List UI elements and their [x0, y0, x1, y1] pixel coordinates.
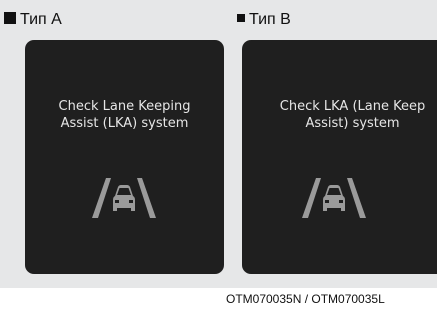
figure-code: OTM070035N / OTM070035L — [226, 292, 385, 306]
lane-keeping-car-icon — [92, 178, 156, 218]
square-bullet-icon — [4, 12, 16, 25]
type-b-label: Тип B — [237, 10, 291, 30]
cluster-display-type-a: Check Lane Keeping Assist (LKA) system — [25, 40, 224, 274]
warning-message-line-1: Check LKA (Lane Keep — [279, 99, 426, 114]
type-a-text: Тип A — [20, 11, 62, 28]
warning-message-line-1: Check Lane Keeping — [58, 99, 191, 114]
type-b-text: Тип B — [249, 11, 291, 28]
cluster-display-type-b: Check LKA (Lane Keep Assist) system — [242, 40, 437, 274]
warning-message: Check Lane Keeping Assist (LKA) system — [25, 98, 224, 132]
warning-message-line-2: Assist (LKA) system — [60, 116, 189, 131]
warning-message-line-2: Assist) system — [305, 116, 400, 131]
lane-keeping-car-icon — [302, 178, 366, 218]
square-bullet-icon — [237, 14, 245, 23]
type-a-label: Тип A — [4, 10, 62, 30]
warning-message: Check LKA (Lane Keep Assist) system — [248, 98, 437, 132]
